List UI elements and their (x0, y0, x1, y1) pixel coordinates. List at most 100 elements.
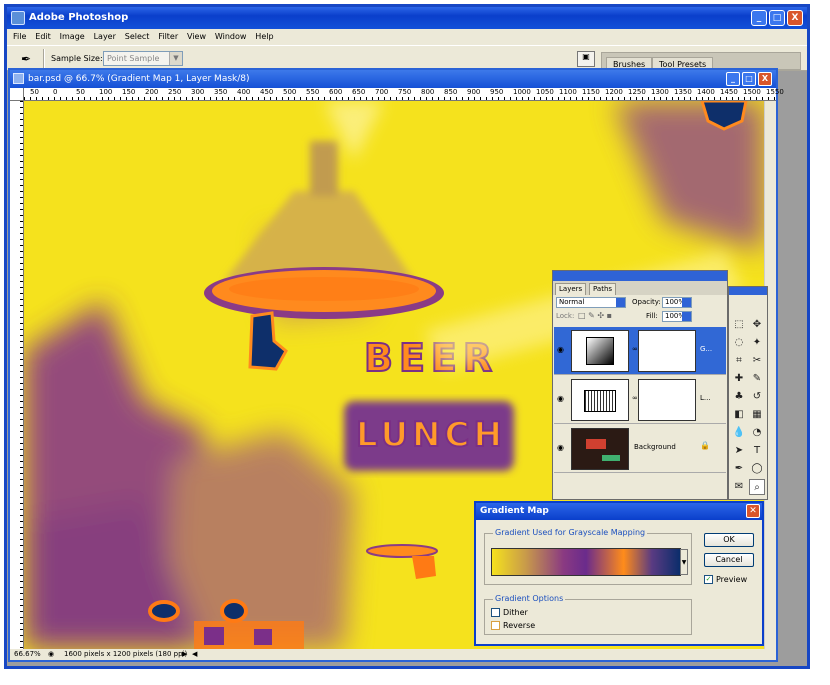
lock-icons[interactable]: □ ✎ ✣ ▪ (578, 311, 612, 320)
document-title-bar[interactable]: bar.psd @ 66.7% (Gradient Map 1, Layer M… (10, 70, 776, 88)
cancel-button[interactable]: Cancel (704, 553, 754, 567)
ruler-number: 1050 (536, 88, 554, 96)
menu-view[interactable]: View (187, 29, 206, 45)
menu-filter[interactable]: Filter (158, 29, 178, 45)
ok-button[interactable]: OK (704, 533, 754, 547)
eyedropper-tool-icon[interactable]: ⌕ (749, 479, 765, 495)
ruler-number: 1200 (605, 88, 623, 96)
eraser-tool-icon[interactable]: ◧ (731, 407, 747, 423)
visibility-eye-icon[interactable]: ◉ (557, 443, 564, 452)
doc-minimize-button[interactable]: _ (726, 72, 740, 86)
reverse-option[interactable]: Reverse (491, 621, 535, 630)
shape-tool-icon[interactable]: ◯ (749, 461, 765, 477)
preview-checkbox[interactable]: ✓ (704, 575, 713, 584)
ruler-number: 750 (398, 88, 412, 96)
document-info: 1600 pixels x 1200 pixels (180 ppi) (64, 650, 188, 658)
ruler-number: 800 (421, 88, 435, 96)
maximize-button[interactable]: □ (769, 10, 785, 26)
layers-palette-title-bar[interactable] (553, 271, 727, 281)
layer-name[interactable]: Background (634, 443, 694, 451)
magic-wand-tool-icon[interactable]: ✦ (749, 335, 765, 351)
toolbox-title-bar[interactable] (729, 287, 767, 295)
pen-tool-icon[interactable]: ✒ (731, 461, 747, 477)
app-title-bar[interactable]: Adobe Photoshop _ □ X (7, 7, 807, 29)
visibility-eye-icon[interactable]: ◉ (557, 394, 564, 403)
ruler-number: 1550 (766, 88, 784, 96)
gradient-map-title-bar[interactable]: Gradient Map ✕ (476, 503, 762, 520)
path-selection-tool-icon[interactable]: ➤ (731, 443, 747, 459)
dodge-tool-icon[interactable]: ◔ (749, 425, 765, 441)
healing-brush-tool-icon[interactable]: ✚ (731, 371, 747, 387)
document-icon (13, 73, 24, 84)
visibility-eye-icon[interactable]: ◉ (557, 345, 564, 354)
crop-tool-icon[interactable]: ⌗ (731, 353, 747, 369)
doc-maximize-button[interactable]: □ (742, 72, 756, 86)
link-chain-icon[interactable]: ∞ (632, 345, 638, 353)
vertical-ruler[interactable] (10, 101, 24, 649)
minimize-button[interactable]: _ (751, 10, 767, 26)
link-chain-icon[interactable]: ∞ (632, 394, 638, 402)
menu-select[interactable]: Select (125, 29, 150, 45)
preview-option[interactable]: ✓ Preview (704, 575, 747, 584)
menu-window[interactable]: Window (215, 29, 247, 45)
layer-row-gradient-map[interactable]: ◉ ∞ G... (554, 327, 726, 375)
preview-label: Preview (716, 575, 748, 584)
opacity-field[interactable]: 100% (662, 297, 692, 308)
fill-field[interactable]: 100% (662, 311, 692, 322)
type-tool-icon[interactable]: T (749, 443, 765, 459)
ruler-number: 1350 (674, 88, 692, 96)
menu-edit[interactable]: Edit (35, 29, 51, 45)
dither-option[interactable]: Dither (491, 608, 528, 617)
ruler-number: 700 (375, 88, 389, 96)
toolbox: ⬚ ✥ ◌ ✦ ⌗ ✂ ✚ ✎ ♣ ↺ ◧ ▦ 💧 ◔ ➤ T ✒ ◯ ✉ ⌕ (728, 286, 768, 500)
blend-mode-select[interactable]: Normal (556, 297, 626, 308)
eyedropper-icon[interactable]: ✒ (21, 51, 37, 67)
tab-layers[interactable]: Layers (555, 283, 587, 295)
gradient-tool-icon[interactable]: ▦ (749, 407, 765, 423)
dialog-close-button[interactable]: ✕ (746, 504, 760, 518)
ruler-number: 850 (444, 88, 458, 96)
file-browser-icon[interactable]: ▣ (577, 51, 595, 67)
notes-tool-icon[interactable]: ✉ (731, 479, 747, 495)
marquee-tool-icon[interactable]: ⬚ (731, 317, 747, 333)
zoom-level[interactable]: 66.67% (14, 649, 41, 660)
history-brush-tool-icon[interactable]: ↺ (749, 389, 765, 405)
move-tool-icon[interactable]: ✥ (749, 317, 765, 333)
dither-checkbox[interactable] (491, 608, 500, 617)
layer-mask-thumbnail[interactable] (638, 330, 696, 372)
layer-name[interactable]: G... (700, 345, 712, 353)
horizontal-ruler[interactable]: 50 0 50 100 150 200 250 300 350 400 450 500 550 600 65… (24, 88, 784, 101)
menu-image[interactable]: Image (60, 29, 85, 45)
lock-row: Lock: □ ✎ ✣ ▪ Fill: 100% (556, 311, 726, 323)
ruler-number: 50 (76, 88, 85, 96)
close-button[interactable]: X (787, 10, 803, 26)
ruler-number: 0 (53, 88, 58, 96)
layer-mask-thumbnail[interactable] (638, 379, 696, 421)
ruler-corner[interactable] (10, 88, 24, 101)
menu-help[interactable]: Help (255, 29, 273, 45)
chevron-down-icon[interactable]: ▼ (680, 549, 688, 575)
ruler-number: 550 (306, 88, 320, 96)
layer-row-levels[interactable]: ◉ ∞ L... (554, 376, 726, 424)
layer-name[interactable]: L... (700, 394, 711, 402)
lasso-tool-icon[interactable]: ◌ (731, 335, 747, 351)
layer-row-background[interactable]: ◉ Background 🔒 (554, 425, 726, 473)
reverse-checkbox[interactable] (491, 621, 500, 630)
tab-paths[interactable]: Paths (589, 283, 617, 295)
gradient-preview-bar[interactable]: ▼ (491, 548, 688, 576)
document-title: bar.psd @ 66.7% (Gradient Map 1, Layer M… (28, 74, 250, 84)
ruler-number: 450 (260, 88, 274, 96)
status-menu-icon[interactable]: ◉ (48, 649, 54, 660)
brush-tool-icon[interactable]: ✎ (749, 371, 765, 387)
blur-tool-icon[interactable]: 💧 (731, 425, 747, 441)
menu-file[interactable]: File (13, 29, 26, 45)
scroll-right-arrow-icon[interactable]: ▶ (182, 649, 187, 660)
sample-size-select[interactable]: Point Sample ▼ (103, 51, 183, 66)
clone-stamp-tool-icon[interactable]: ♣ (731, 389, 747, 405)
scroll-left-arrow-icon[interactable]: ◀ (192, 649, 197, 660)
slice-tool-icon[interactable]: ✂ (749, 353, 765, 369)
doc-close-button[interactable]: X (758, 72, 772, 86)
fill-label: Fill: (646, 312, 658, 320)
ruler-number: 900 (467, 88, 481, 96)
menu-layer[interactable]: Layer (94, 29, 116, 45)
